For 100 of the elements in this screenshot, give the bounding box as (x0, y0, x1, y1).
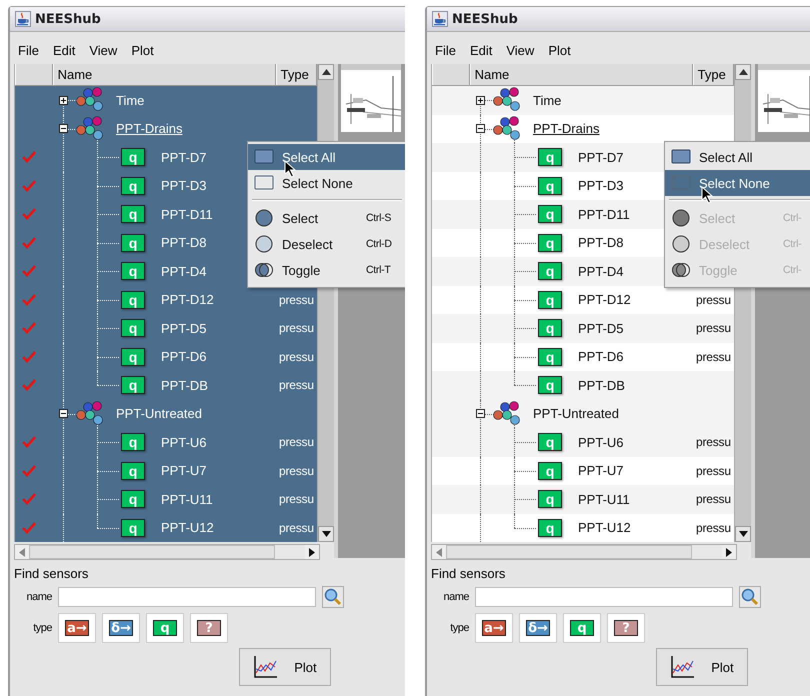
menu-item[interactable]: File (435, 42, 456, 58)
sensor-type-badge: q (538, 319, 562, 338)
sensor-group-icon (493, 87, 521, 114)
section-heading: Find sensors (431, 566, 506, 581)
tree-row[interactable]: q PPT-U7 pressu (432, 456, 734, 485)
sensor-label: PPT-U6 (161, 434, 207, 450)
sensor-label: PPT-D3 (161, 178, 207, 194)
empty-circle-icon (254, 235, 274, 253)
filled-circle-icon (671, 209, 691, 227)
horizontal-scrollbar[interactable] (431, 544, 737, 560)
field-label: type (449, 622, 469, 634)
tree-row[interactable]: q PPT-D12 pressu (15, 286, 318, 314)
collapse-icon[interactable] (59, 409, 68, 418)
scroll-right-icon[interactable] (722, 545, 736, 559)
tree-row[interactable]: q PPT-DB pressu (15, 371, 318, 400)
sensor-label: PPT-U7 (161, 463, 207, 478)
tree-row[interactable]: q PPT-D6 pressu (15, 342, 318, 371)
type-cell: pressu (279, 464, 314, 478)
tree-row[interactable]: q PPT-D5 pressu (432, 314, 734, 342)
type-filter-button[interactable]: a→ (58, 613, 96, 643)
tree-row[interactable]: q PPT-U12 pressu (15, 514, 318, 542)
column-header[interactable] (432, 64, 470, 85)
tree-row[interactable]: PPT-Drains (432, 114, 734, 143)
sensor-label: PPT-D11 (161, 206, 213, 222)
tree-row[interactable]: Time (15, 86, 318, 114)
sensor-label: PPT-DB (578, 378, 625, 393)
scroll-down-icon[interactable] (735, 526, 751, 542)
sensor-label: PPT-U12 (578, 520, 631, 536)
scroll-left-icon[interactable] (15, 545, 29, 559)
sensor-type-badge: q (538, 234, 562, 252)
sensor-label: PPT-D3 (578, 178, 624, 194)
overlapping-circles-icon (671, 261, 691, 279)
horizontal-scrollbar[interactable] (14, 544, 320, 560)
menu-item[interactable]: View (506, 42, 534, 58)
tree-row[interactable]: q PPT-D5 pressu (15, 314, 318, 342)
sensor-group-icon (76, 116, 104, 142)
sensor-label: PPT-D12 (161, 292, 214, 308)
field-label: type (32, 622, 52, 634)
sensor-type-badge: q (121, 376, 145, 394)
expand-icon[interactable] (59, 96, 68, 105)
tree-row[interactable]: q PPT-U11 pressu (432, 485, 734, 514)
tree-row[interactable]: q PPT-D6 pressu (432, 342, 734, 371)
sensor-group-icon (76, 87, 104, 114)
group-label: Time (116, 92, 144, 108)
name-field[interactable] (475, 587, 733, 607)
column-header[interactable]: Name (52, 64, 276, 85)
menu-item[interactable]: View (89, 42, 118, 58)
menu-item[interactable]: Plot (548, 42, 571, 58)
tree-row[interactable]: q PPT-U12 pressu (432, 514, 734, 542)
menu-item[interactable]: Edit (470, 42, 492, 58)
sensor-label: PPT-D8 (161, 235, 207, 250)
tree-row[interactable]: q PPT-D12 pressu (432, 286, 734, 314)
collapse-icon[interactable] (476, 124, 485, 134)
sensor-label: PPT-D4 (161, 264, 207, 279)
menu-item[interactable]: Edit (52, 42, 76, 58)
filled-square-icon (254, 149, 274, 165)
sensor-group-icon (493, 400, 521, 427)
group-label: PPT-Untreated (533, 406, 619, 422)
scroll-up-icon[interactable] (318, 64, 334, 80)
tree-row[interactable]: q PPT-U6 pressu (432, 428, 734, 456)
sensor-type-badge: q (121, 205, 145, 224)
type-filter-button[interactable]: a→ (475, 613, 513, 643)
sensor-type-badge: q (121, 176, 145, 195)
search-button[interactable] (739, 586, 761, 608)
tree-row[interactable]: Time (432, 86, 734, 114)
tree-row[interactable]: PPT-Drains (15, 114, 318, 143)
column-header[interactable]: Name (470, 64, 693, 85)
scroll-down-icon[interactable] (318, 526, 334, 542)
sensor-type-badge: q (538, 348, 562, 366)
field-label: name (25, 591, 52, 603)
scroll-right-icon[interactable] (305, 545, 319, 559)
sensor-label: PPT-DB (161, 378, 208, 393)
tree-row[interactable]: q PPT-U6 pressu (15, 428, 318, 456)
name-field[interactable] (58, 587, 316, 607)
plot-button[interactable]: Plot (239, 648, 331, 686)
collapse-icon[interactable] (476, 409, 485, 418)
type-cell: pressu (696, 350, 731, 364)
coffee-cup-icon (432, 11, 448, 27)
plot-button[interactable]: Plot (656, 648, 748, 686)
search-button[interactable] (322, 586, 344, 608)
expand-icon[interactable] (476, 96, 485, 105)
tree-row[interactable]: PPT-Untreated (432, 400, 734, 428)
tree-row[interactable]: q PPT-U7 pressu (15, 456, 318, 485)
menu-item[interactable]: Plot (131, 42, 154, 58)
menu-item[interactable]: File (18, 42, 39, 58)
type-cell: pressu (696, 321, 731, 336)
overlapping-circles-icon (254, 261, 274, 279)
sensor-label: PPT-D6 (161, 349, 207, 364)
scroll-left-icon[interactable] (432, 545, 446, 559)
section-heading: Find sensors (14, 566, 90, 581)
tree-row[interactable]: PPT-Untreated (15, 400, 318, 428)
tree-row[interactable]: q PPT-DB (432, 371, 734, 400)
scroll-up-icon[interactable] (735, 64, 751, 80)
collapse-icon[interactable] (59, 124, 68, 134)
sensor-label: PPT-U6 (578, 434, 624, 450)
sensor-type-badge: q (538, 518, 562, 537)
tree-row[interactable]: q PPT-U11 pressu (15, 485, 318, 514)
sensor-type-badge: q (538, 176, 562, 195)
sensor-group-icon (493, 116, 521, 142)
column-header[interactable] (15, 64, 53, 85)
